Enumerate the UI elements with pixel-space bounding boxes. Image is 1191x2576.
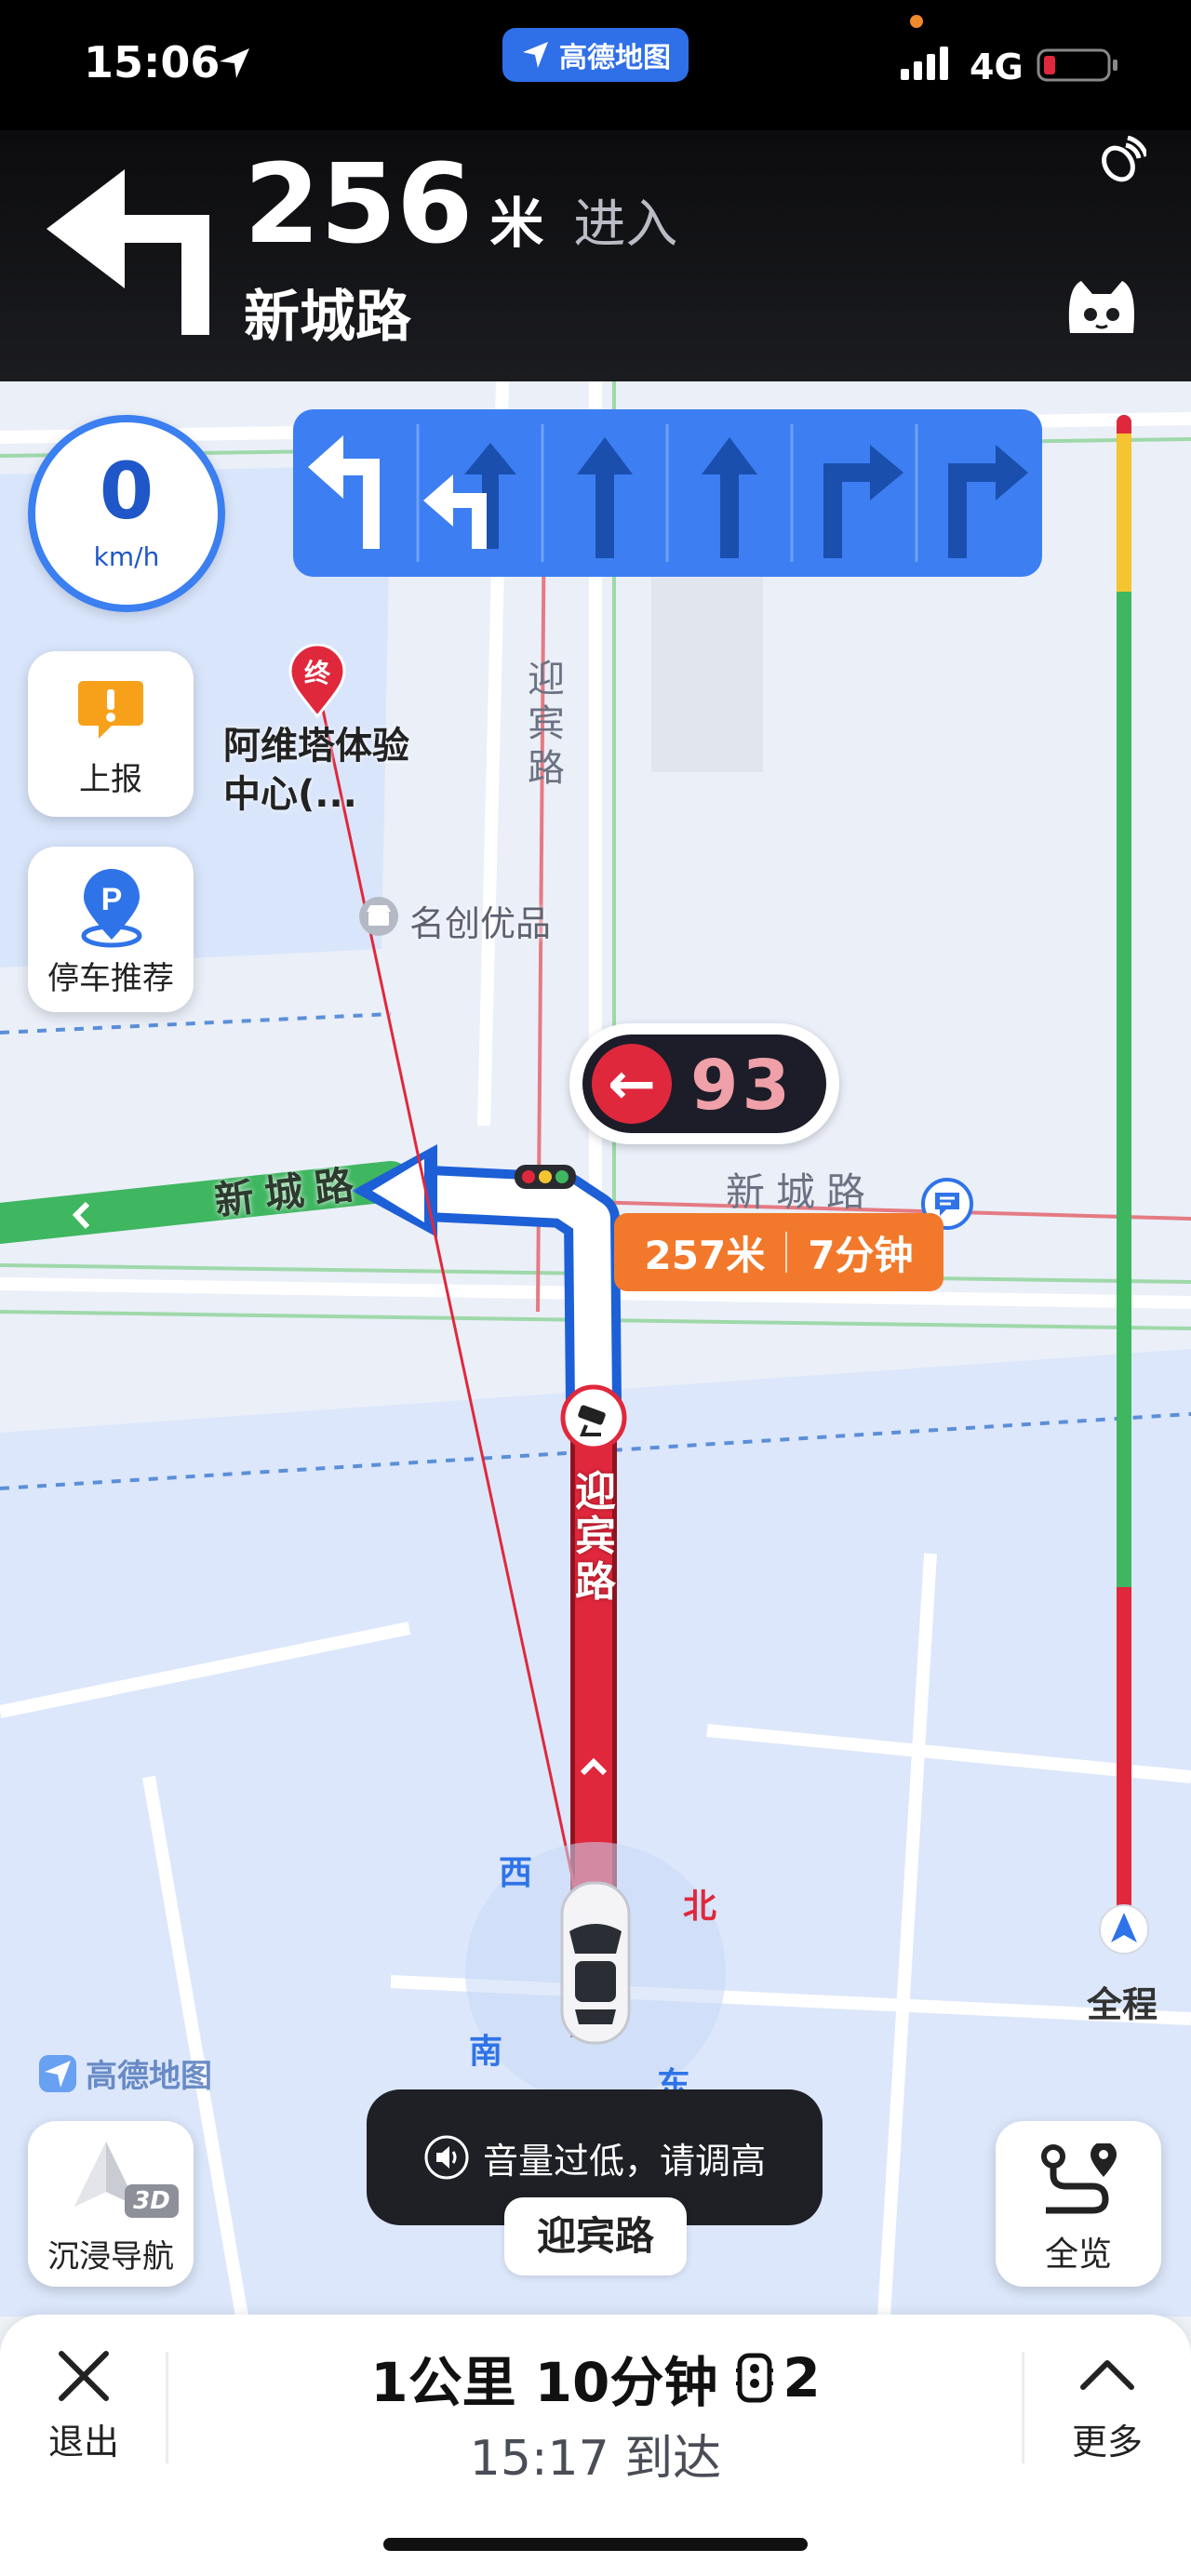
- divider-left: [166, 2352, 168, 2463]
- next-road-name: 新城路: [244, 285, 411, 350]
- speaker-icon: [424, 2135, 469, 2180]
- navigation-header: 256 米 进入 新城路: [0, 130, 1191, 381]
- signal-icon: [901, 47, 948, 80]
- immersive-nav-button[interactable]: 3D 沉浸导航: [28, 2121, 194, 2287]
- left-signal-icon: ←: [592, 1044, 672, 1124]
- speed-camera-icon: [560, 1384, 627, 1451]
- route-tip-time: 7分钟: [808, 1232, 914, 1278]
- close-icon: [59, 2351, 109, 2401]
- turn-left-arrow-icon: [47, 169, 209, 335]
- app-badge-label: 高德地图: [559, 42, 671, 74]
- overview-button[interactable]: 全览: [996, 2121, 1161, 2287]
- route-tip: 257米 7分钟: [614, 1213, 943, 1291]
- turn-action: 进入: [573, 194, 678, 255]
- overview-label: 全览: [1044, 2236, 1112, 2274]
- arrival-time: 15:17 到达: [469, 2431, 722, 2487]
- full-route-label: 全程: [1087, 1984, 1158, 2025]
- toast-message: 音量过低，请调高: [482, 2140, 766, 2182]
- route-overview-icon: [1041, 2143, 1117, 2214]
- network-type: 4G: [970, 47, 1024, 87]
- traffic-light-bubble: ← 93: [569, 1023, 839, 1144]
- amap-watermark-logo-icon: [39, 2054, 76, 2092]
- chevron-up-icon: [1080, 2360, 1134, 2390]
- destination-marker[interactable]: 终: [287, 643, 348, 719]
- progress-car-marker-icon: [1099, 1904, 1149, 1955]
- compass-north: 北: [683, 1888, 717, 1926]
- status-bar: 15:06 高德地图 4G: [0, 0, 1191, 130]
- lane-arrows-icon: [308, 424, 1028, 562]
- status-time: 15:06: [84, 37, 221, 87]
- current-road-label: 迎宾路: [504, 2197, 687, 2276]
- more-label: 更多: [1071, 2422, 1143, 2463]
- parking-recommend-button[interactable]: P 停车推荐: [28, 847, 194, 1012]
- map-view[interactable]: 0 km/h 上报 P 停车推荐 终 阿维塔体验中心(... 名创优品 迎宾路 …: [0, 381, 1191, 2316]
- compass-west: 西: [499, 1854, 533, 1892]
- route-tip-distance: 257米: [644, 1232, 766, 1278]
- road-label-xincheng-right: 新城路: [726, 1169, 877, 1215]
- poi-name[interactable]: 名创优品: [409, 895, 551, 946]
- signal-countdown: 93: [690, 1046, 794, 1126]
- amap-watermark: 高德地图: [37, 2050, 212, 2096]
- speed-unit: km/h: [93, 541, 160, 572]
- lane-guidance: [293, 409, 1042, 577]
- parking-pin-icon: P: [81, 869, 142, 948]
- remaining-time: 10分钟: [534, 2351, 718, 2414]
- car-position-icon: [560, 1881, 631, 2045]
- svg-text:P: P: [101, 882, 123, 917]
- compass-south: 南: [469, 2033, 503, 2071]
- report-alert-icon: [78, 681, 143, 739]
- more-button[interactable]: 更多: [1051, 2342, 1163, 2463]
- immersive-label: 沉浸导航: [47, 2238, 174, 2276]
- turn-distance-unit: 米: [489, 192, 544, 255]
- satellite-icon[interactable]: [1094, 136, 1146, 188]
- exit-button[interactable]: 退出: [28, 2342, 140, 2463]
- divider-right: [1022, 2352, 1024, 2463]
- road-label-yingbin-top: 迎宾路: [528, 658, 565, 790]
- exit-label: 退出: [47, 2422, 119, 2463]
- home-indicator[interactable]: [383, 2538, 808, 2551]
- shop-poi-icon: [359, 897, 398, 936]
- assistant-avatar[interactable]: [1061, 268, 1143, 350]
- report-button[interactable]: 上报: [28, 651, 194, 817]
- immersive-3d-badge: 3D: [125, 2184, 179, 2218]
- location-arrow-icon: [220, 48, 249, 78]
- turn-distance: 256: [244, 140, 474, 268]
- destination-marker-label: 终: [303, 658, 330, 688]
- traffic-light-icon: [736, 2353, 774, 2403]
- traffic-light-count: 2: [783, 2346, 821, 2409]
- cat-assistant-icon: [1068, 281, 1135, 333]
- amap-logo-icon: [523, 42, 548, 68]
- destination-name: 阿维塔体验中心(...: [223, 725, 409, 816]
- route-progress-bar: [1117, 415, 1131, 1922]
- remaining-distance: 1公里: [370, 2351, 516, 2414]
- battery-icon: [1037, 48, 1117, 82]
- speedometer: 0 km/h: [28, 415, 225, 612]
- app-badge[interactable]: 高德地图: [502, 28, 689, 82]
- parking-label: 停车推荐: [47, 960, 174, 997]
- speed-value: 0: [99, 446, 154, 537]
- road-label-yingbin-route: 迎宾路: [575, 1468, 616, 1606]
- recording-dot: [910, 15, 923, 28]
- bottom-bar: 退出 1公里 10分钟 2 15:17 到达 更多: [0, 2315, 1191, 2576]
- report-label: 上报: [79, 761, 142, 798]
- amap-watermark-text: 高德地图: [86, 2058, 212, 2095]
- trip-summary: 1公里 10分钟 2: [279, 2339, 912, 2417]
